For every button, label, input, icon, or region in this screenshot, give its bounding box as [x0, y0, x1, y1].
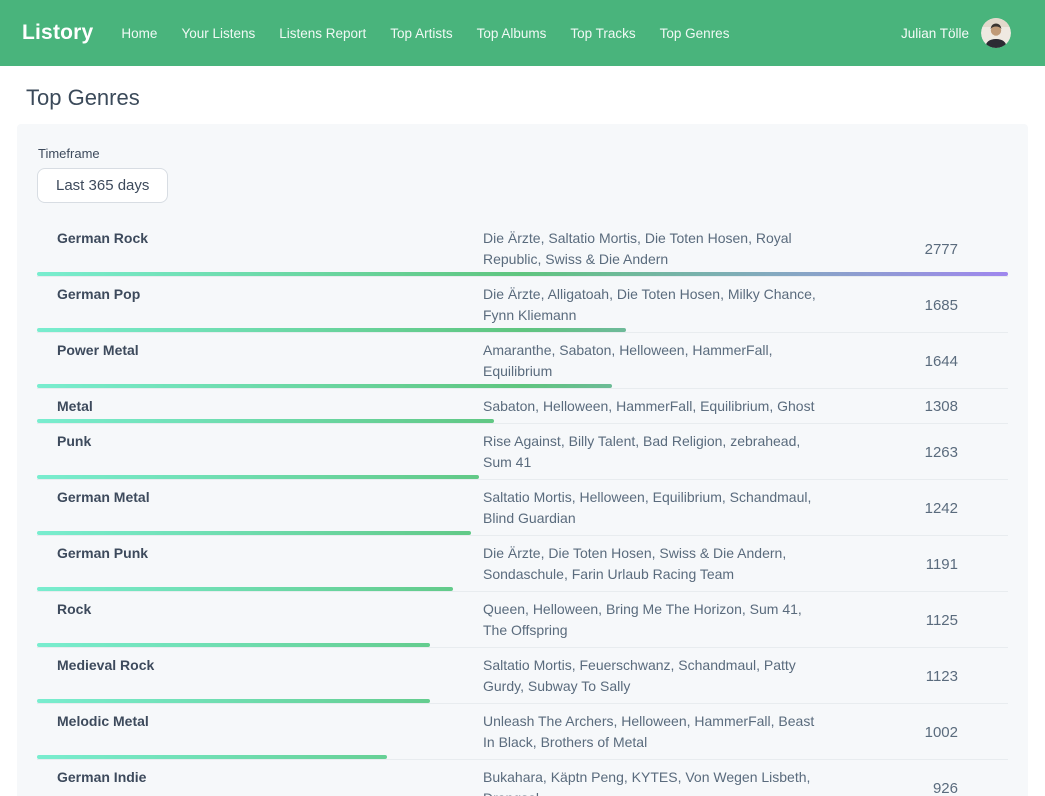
table-row: German PunkDie Ärzte, Die Toten Hosen, S…: [37, 536, 1008, 592]
genre-progress-bar: [37, 384, 612, 388]
genre-name: German Rock: [37, 228, 483, 249]
artist-list: Saltatio Mortis, Helloween, Equilibrium,…: [483, 487, 835, 529]
listen-count: 1308: [835, 398, 1008, 415]
genre-progress-bar: [37, 475, 479, 479]
timeframe-label: Timeframe: [38, 146, 1008, 161]
top-genres-card: Timeframe Last 365 days German RockDie Ä…: [17, 124, 1028, 796]
nav-item-listens-report[interactable]: Listens Report: [279, 26, 366, 41]
genre-progress-bar: [37, 643, 430, 647]
genre-progress-bar: [37, 419, 494, 423]
listen-count: 926: [835, 780, 1008, 796]
table-row: German MetalSaltatio Mortis, Helloween, …: [37, 480, 1008, 536]
genre-name: Metal: [37, 396, 483, 417]
genre-progress-bar: [37, 272, 1008, 276]
listen-count: 2777: [835, 241, 1008, 258]
nav-items: Home Your Listens Listens Report Top Artist…: [121, 26, 729, 41]
nav-item-top-albums[interactable]: Top Albums: [477, 26, 547, 41]
table-row: PunkRise Against, Billy Talent, Bad Reli…: [37, 424, 1008, 480]
user-name: Julian Tölle: [901, 26, 969, 41]
listen-count: 1263: [835, 444, 1008, 461]
table-row: German IndieBukahara, Käptn Peng, KYTES,…: [37, 760, 1008, 796]
nav-item-top-genres[interactable]: Top Genres: [660, 26, 730, 41]
listen-count: 1123: [835, 668, 1008, 685]
genre-progress-bar: [37, 699, 430, 703]
artist-list: Amaranthe, Sabaton, Helloween, HammerFal…: [483, 340, 835, 382]
table-row: Medieval RockSaltatio Mortis, Feuerschwa…: [37, 648, 1008, 704]
table-row: Power MetalAmaranthe, Sabaton, Helloween…: [37, 333, 1008, 389]
artist-list: Queen, Helloween, Bring Me The Horizon, …: [483, 599, 835, 641]
genre-progress-bar: [37, 587, 453, 591]
listen-count: 1644: [835, 353, 1008, 370]
artist-list: Die Ärzte, Alligatoah, Die Toten Hosen, …: [483, 284, 835, 326]
table-row: German PopDie Ärzte, Alligatoah, Die Tot…: [37, 277, 1008, 333]
timeframe-select[interactable]: Last 365 days: [37, 168, 168, 203]
page-title: Top Genres: [26, 85, 1045, 111]
nav-item-top-artists[interactable]: Top Artists: [390, 26, 452, 41]
artist-list: Sabaton, Helloween, HammerFall, Equilibr…: [483, 396, 835, 417]
genre-name: Punk: [37, 431, 483, 452]
genre-name: German Metal: [37, 487, 483, 508]
genre-name: German Punk: [37, 543, 483, 564]
genre-progress-bar: [37, 531, 471, 535]
nav-item-top-tracks[interactable]: Top Tracks: [570, 26, 635, 41]
genre-name: Power Metal: [37, 340, 483, 361]
genre-name: Rock: [37, 599, 483, 620]
genre-table: German RockDie Ärzte, Saltatio Mortis, D…: [37, 221, 1008, 796]
artist-list: Saltatio Mortis, Feuerschwanz, Schandmau…: [483, 655, 835, 697]
navbar: Listory Home Your Listens Listens Report To…: [0, 0, 1045, 66]
table-row: MetalSabaton, Helloween, HammerFall, Equ…: [37, 389, 1008, 424]
genre-name: Medieval Rock: [37, 655, 483, 676]
genre-name: Melodic Metal: [37, 711, 483, 732]
genre-progress-bar: [37, 328, 626, 332]
listen-count: 1002: [835, 724, 1008, 741]
nav-item-home[interactable]: Home: [121, 26, 157, 41]
nav-item-your-listens[interactable]: Your Listens: [181, 26, 255, 41]
table-row: Melodic MetalUnleash The Archers, Hellow…: [37, 704, 1008, 760]
table-row: RockQueen, Helloween, Bring Me The Horiz…: [37, 592, 1008, 648]
listen-count: 1191: [835, 556, 1008, 573]
genre-name: German Pop: [37, 284, 483, 305]
app-logo[interactable]: Listory: [22, 21, 93, 45]
artist-list: Rise Against, Billy Talent, Bad Religion…: [483, 431, 835, 473]
avatar-photo-icon: [981, 18, 1011, 48]
genre-name: German Indie: [37, 767, 483, 788]
artist-list: Bukahara, Käptn Peng, KYTES, Von Wegen L…: [483, 767, 835, 796]
listen-count: 1125: [835, 612, 1008, 629]
listen-count: 1242: [835, 500, 1008, 517]
artist-list: Unleash The Archers, Helloween, HammerFa…: [483, 711, 835, 753]
user-avatar[interactable]: [981, 18, 1011, 48]
artist-list: Die Ärzte, Die Toten Hosen, Swiss & Die …: [483, 543, 835, 585]
genre-progress-bar: [37, 755, 387, 759]
artist-list: Die Ärzte, Saltatio Mortis, Die Toten Ho…: [483, 228, 835, 270]
listen-count: 1685: [835, 297, 1008, 314]
table-row: German RockDie Ärzte, Saltatio Mortis, D…: [37, 221, 1008, 277]
user-menu[interactable]: Julian Tölle: [901, 18, 1011, 48]
